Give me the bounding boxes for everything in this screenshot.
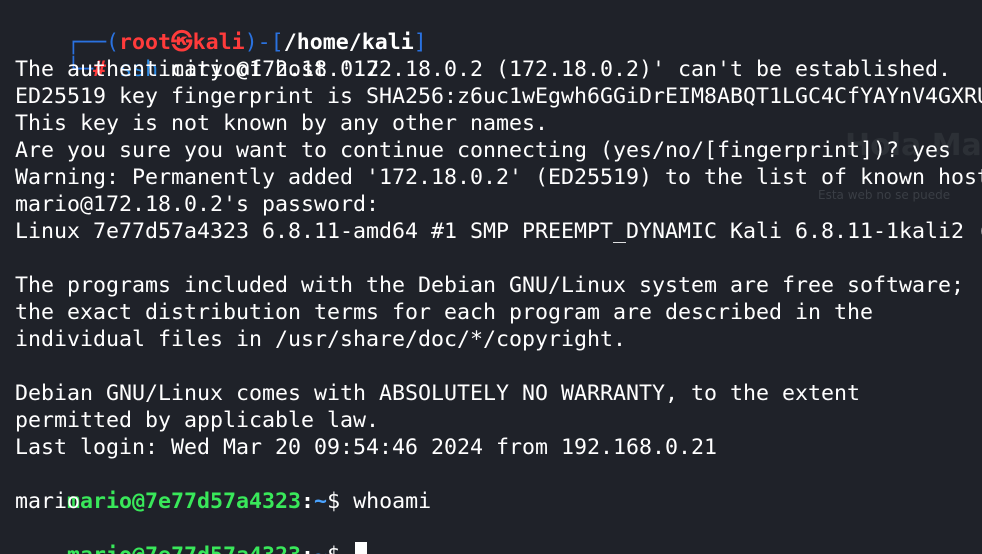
remote-user-host: mario@7e77d57a4323: [67, 489, 302, 514]
output-line: Warning: Permanently added '172.18.0.2' …: [15, 165, 982, 190]
remote-path: ~: [314, 489, 328, 514]
remote-path: ~: [314, 543, 327, 554]
output-line: mario@172.18.0.2's password:: [15, 192, 380, 217]
output-line: The programs included with the Debian GN…: [15, 273, 965, 298]
terminal-window[interactable]: Hola Mar Esta web no se puede ┌──(root㉿k…: [0, 0, 982, 554]
output-line: The authenticity of host '172.18.0.2 (17…: [15, 57, 952, 82]
text-cursor[interactable]: [355, 542, 368, 554]
output-line: permitted by applicable law.: [15, 408, 380, 433]
active-prompt-line[interactable]: mario@7e77d57a4323:~$: [15, 515, 368, 554]
output-line: Are you sure you want to continue connec…: [15, 138, 952, 163]
remote-prompt-line: mario@7e77d57a4323:~$ whoami: [15, 461, 431, 514]
remote-dollar: $: [327, 543, 353, 554]
remote-colon: :: [301, 489, 315, 514]
output-line: This key is not known by any other names…: [15, 111, 549, 136]
output-line: Debian GNU/Linux comes with ABSOLUTELY N…: [15, 381, 861, 406]
remote-command: whoami: [353, 489, 432, 514]
remote-dollar: $: [327, 489, 354, 514]
kali-prompt-header: ┌──(root㉿kali)-[/home/kali]: [15, 2, 427, 55]
remote-colon: :: [301, 543, 314, 554]
output-line: Linux 7e77d57a4323 6.8.11-amd64 #1 SMP P…: [15, 219, 982, 244]
output-line: Last login: Wed Mar 20 09:54:46 2024 fro…: [15, 435, 718, 460]
output-line: ED25519 key fingerprint is SHA256:z6uc1w…: [15, 84, 982, 109]
whoami-output: mario: [15, 489, 81, 514]
output-line: the exact distribution terms for each pr…: [15, 300, 874, 325]
prompt-bracket-end: ]: [413, 30, 427, 55]
output-line: individual files in /usr/share/doc/*/cop…: [15, 327, 627, 352]
kali-command-line: └─# ssh mario@172.18.0.2: [15, 29, 379, 82]
remote-user-host: mario@7e77d57a4323: [67, 543, 301, 554]
